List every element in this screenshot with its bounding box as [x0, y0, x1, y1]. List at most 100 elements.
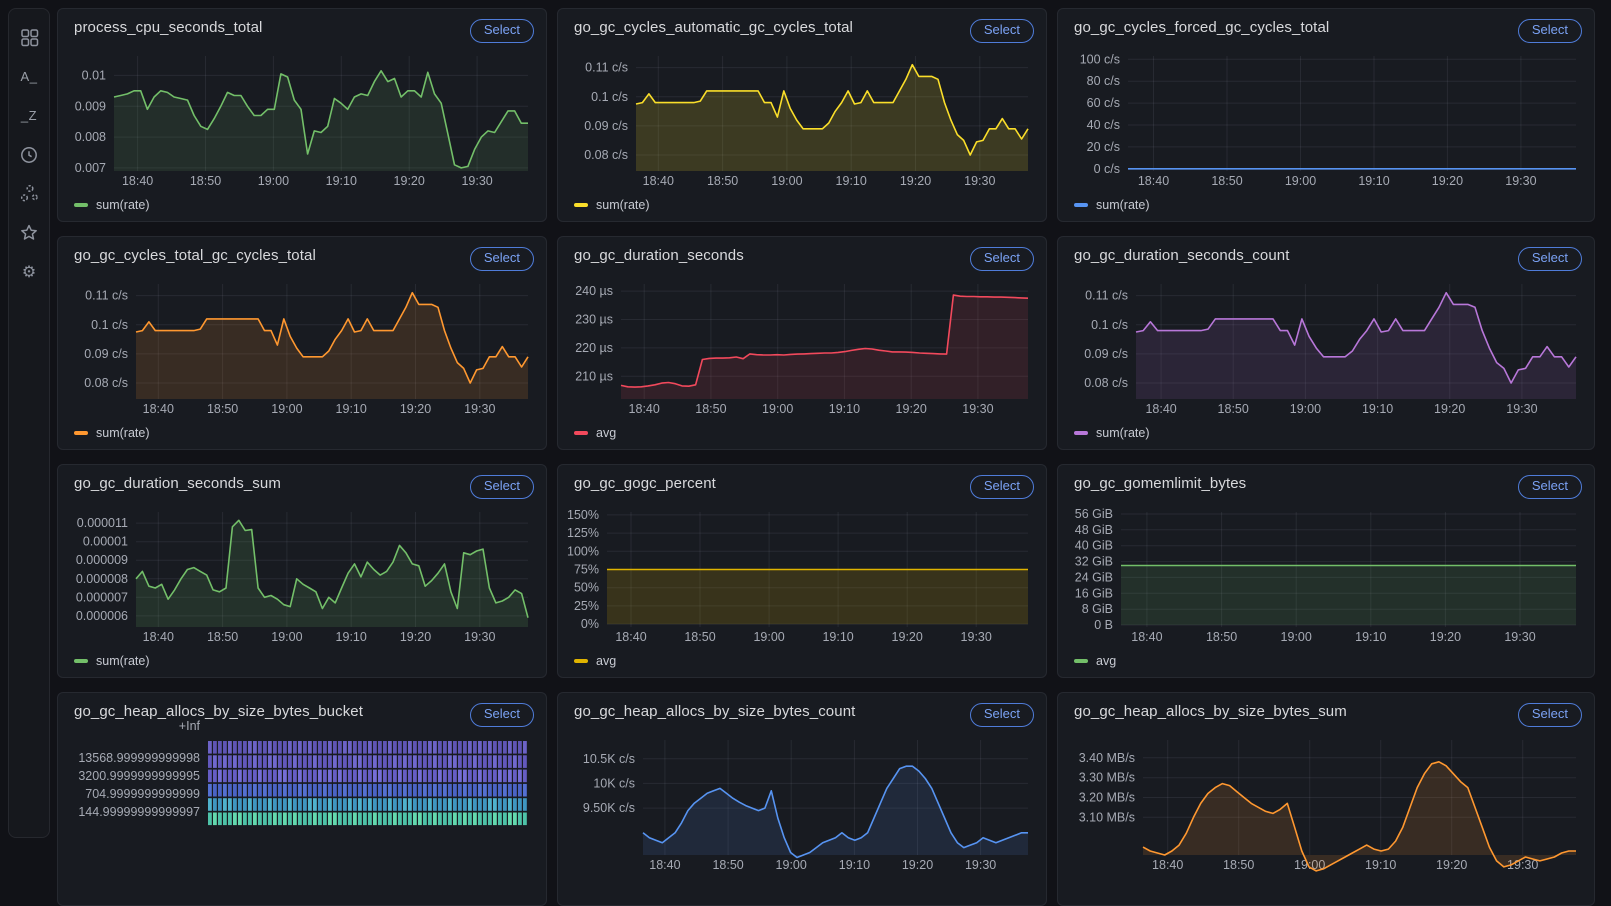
svg-text:19:30: 19:30 [461, 174, 492, 188]
svg-text:0 c/s: 0 c/s [1094, 162, 1120, 176]
svg-text:19:10: 19:10 [839, 858, 870, 872]
svg-text:19:00: 19:00 [762, 402, 793, 416]
svg-text:19:30: 19:30 [1504, 630, 1535, 644]
legend-label: sum(rate) [96, 654, 150, 668]
svg-text:0.000008: 0.000008 [76, 572, 128, 586]
svg-text:18:50: 18:50 [1211, 174, 1242, 188]
panel-title: go_gc_duration_seconds_sum [74, 475, 281, 492]
svg-text:18:40: 18:40 [122, 174, 153, 188]
svg-text:9.50K c/s: 9.50K c/s [583, 801, 635, 815]
sidebar-sort-suffix-icon[interactable]: _Z [16, 103, 42, 128]
legend-swatch [574, 659, 588, 663]
svg-text:18:50: 18:50 [684, 630, 715, 644]
legend: sum(rate) [74, 426, 149, 440]
svg-text:19:10: 19:10 [336, 402, 367, 416]
svg-text:10.5K c/s: 10.5K c/s [583, 752, 635, 766]
select-button[interactable]: Select [469, 703, 534, 727]
svg-text:19:20: 19:20 [896, 402, 927, 416]
select-button[interactable]: Select [969, 19, 1034, 43]
svg-text:18:50: 18:50 [707, 174, 738, 188]
svg-text:18:50: 18:50 [207, 402, 238, 416]
sidebar-apps-grid-icon[interactable] [16, 25, 42, 50]
svg-text:18:40: 18:40 [643, 174, 674, 188]
svg-text:0.11 c/s: 0.11 c/s [1085, 289, 1128, 303]
svg-text:19:00: 19:00 [1281, 630, 1312, 644]
sidebar-gear-icon[interactable]: ⚙ [16, 259, 42, 284]
select-button[interactable]: Select [469, 19, 534, 43]
svg-text:19:30: 19:30 [1505, 174, 1536, 188]
panel-header: go_gc_heap_allocs_by_size_bytes_bucket S… [74, 703, 534, 727]
svg-text:18:50: 18:50 [1223, 858, 1254, 872]
svg-text:0.1 c/s: 0.1 c/s [91, 318, 128, 332]
legend-swatch [74, 203, 88, 207]
panel-title: go_gc_duration_seconds_count [1074, 247, 1290, 264]
select-button[interactable]: Select [969, 703, 1034, 727]
svg-text:19:10: 19:10 [1362, 402, 1393, 416]
metric-panel: go_gc_heap_allocs_by_size_bytes_sum Sele… [1057, 692, 1595, 906]
legend-swatch [1074, 659, 1088, 663]
svg-text:40 GiB: 40 GiB [1075, 539, 1113, 553]
svg-text:18:50: 18:50 [712, 858, 743, 872]
select-button[interactable]: Select [1517, 19, 1582, 43]
select-button[interactable]: Select [1517, 247, 1582, 271]
svg-text:19:20: 19:20 [1436, 858, 1467, 872]
svg-text:0.11 c/s: 0.11 c/s [585, 61, 628, 75]
legend-swatch [74, 659, 88, 663]
legend-label: avg [596, 654, 617, 668]
svg-text:8 GiB: 8 GiB [1082, 602, 1113, 616]
svg-text:19:10: 19:10 [836, 174, 867, 188]
svg-text:19:20: 19:20 [1432, 174, 1463, 188]
legend-label: avg [596, 426, 617, 440]
sidebar-star-icon[interactable] [16, 220, 42, 245]
svg-text:0.009: 0.009 [75, 99, 106, 113]
svg-text:3.10 MB/s: 3.10 MB/s [1079, 810, 1135, 824]
svg-text:0%: 0% [581, 617, 599, 631]
svg-text:3.40 MB/s: 3.40 MB/s [1079, 751, 1135, 765]
svg-text:0.09 c/s: 0.09 c/s [1084, 347, 1128, 361]
select-button[interactable]: Select [469, 475, 534, 499]
svg-text:19:30: 19:30 [464, 630, 495, 644]
svg-text:18:50: 18:50 [1206, 630, 1237, 644]
svg-text:240 µs: 240 µs [575, 284, 613, 298]
svg-text:18:40: 18:40 [143, 630, 174, 644]
svg-text:18:40: 18:40 [629, 402, 660, 416]
select-button[interactable]: Select [1517, 703, 1582, 727]
svg-text:19:00: 19:00 [776, 858, 807, 872]
svg-text:230 µs: 230 µs [575, 313, 613, 327]
sidebar-clock-icon[interactable] [16, 142, 42, 167]
panel-title: go_gc_heap_allocs_by_size_bytes_sum [1074, 703, 1347, 720]
legend-label: sum(rate) [1096, 426, 1150, 440]
legend-label: sum(rate) [596, 198, 650, 212]
svg-text:18:50: 18:50 [695, 402, 726, 416]
svg-text:19:10: 19:10 [822, 630, 853, 644]
svg-text:19:00: 19:00 [271, 402, 302, 416]
svg-text:50%: 50% [574, 581, 599, 595]
metric-panel: go_gc_cycles_total_gc_cycles_total Selec… [57, 236, 547, 450]
svg-text:19:30: 19:30 [1506, 402, 1537, 416]
panel-title: process_cpu_seconds_total [74, 19, 263, 36]
sidebar-cluster-icon[interactable] [16, 181, 42, 206]
svg-text:704.9999999999999: 704.9999999999999 [85, 787, 200, 801]
svg-text:0.000011: 0.000011 [77, 516, 128, 530]
metric-panel: go_gc_cycles_forced_gc_cycles_total Sele… [1057, 8, 1595, 222]
svg-text:19:30: 19:30 [965, 858, 996, 872]
legend-label: sum(rate) [1096, 198, 1150, 212]
svg-text:19:10: 19:10 [326, 174, 357, 188]
select-button[interactable]: Select [469, 247, 534, 271]
sidebar-sort-prefix-icon[interactable]: A_ [16, 64, 42, 89]
select-button[interactable]: Select [1517, 475, 1582, 499]
svg-text:40 c/s: 40 c/s [1087, 118, 1120, 132]
panel-header: go_gc_cycles_forced_gc_cycles_total Sele… [1074, 19, 1582, 43]
svg-text:18:40: 18:40 [143, 402, 174, 416]
svg-text:19:10: 19:10 [1355, 630, 1386, 644]
panel-grid: process_cpu_seconds_total Select 0.01 0.0… [57, 8, 1595, 906]
select-button[interactable]: Select [969, 247, 1034, 271]
legend-swatch [1074, 203, 1088, 207]
svg-text:19:00: 19:00 [1290, 402, 1321, 416]
select-button[interactable]: Select [969, 475, 1034, 499]
svg-text:19:20: 19:20 [902, 858, 933, 872]
legend: avg [574, 426, 616, 440]
svg-text:19:20: 19:20 [1434, 402, 1465, 416]
svg-text:0.000009: 0.000009 [76, 553, 128, 567]
metric-panel: process_cpu_seconds_total Select 0.01 0.0… [57, 8, 547, 222]
